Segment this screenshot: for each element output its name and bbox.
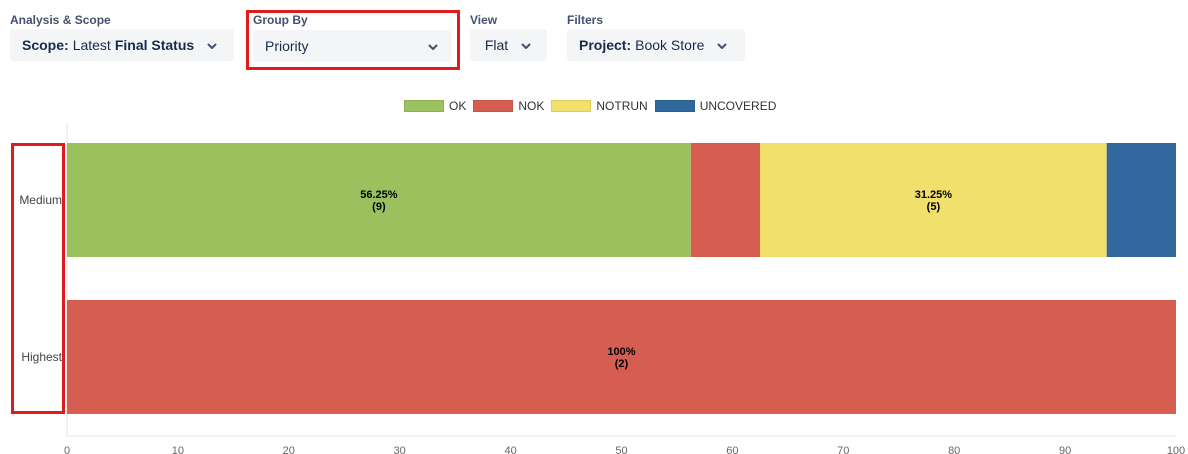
data-label-percent: 31.25% (915, 189, 953, 201)
legend-label: UNCOVERED (699, 99, 777, 113)
legend-swatch (654, 100, 695, 112)
x-tick-label: 90 (1059, 445, 1071, 454)
data-label-percent: 56.25% (360, 189, 398, 201)
x-tick-label: 40 (504, 445, 516, 454)
legend-swatch (551, 100, 592, 112)
view-value: Flat (484, 37, 509, 53)
scope-title: Analysis & Scope (10, 13, 111, 27)
legend-label: NOK (518, 99, 545, 113)
view-filter-group: View Flat (470, 12, 547, 61)
category-label-highest: Highest (21, 350, 62, 364)
x-tick-label: 100 (1167, 445, 1185, 454)
legend-item-nok[interactable]: NOK (473, 99, 544, 113)
legend-item-notrun[interactable]: NOTRUN (551, 99, 648, 113)
view-dropdown[interactable]: Flat (470, 29, 547, 61)
scope-prefix: Scope: (22, 37, 69, 53)
legend-label: OK (449, 99, 467, 113)
data-label-count: (9) (372, 201, 386, 213)
filters-title: Filters (567, 13, 604, 27)
chevron-down-icon (716, 39, 728, 51)
x-tick-label: 20 (283, 445, 295, 454)
project-filter-group: Filters Project: Book Store (567, 12, 745, 61)
data-label-percent: 100% (607, 346, 635, 358)
project-value: Book Store (635, 37, 705, 53)
legend-swatch (473, 100, 514, 112)
chevron-down-icon (520, 39, 532, 51)
view-title: View (470, 13, 498, 27)
x-tick-label: 30 (394, 445, 406, 454)
x-tick-label: 60 (726, 445, 738, 454)
x-tick-label: 0 (64, 445, 70, 454)
scope-filter-group: Analysis & Scope Scope: Latest Final Sta… (10, 12, 234, 61)
legend-label: NOTRUN (596, 99, 648, 113)
chevron-down-icon (206, 39, 218, 51)
x-tick-label: 80 (948, 445, 960, 454)
legend-swatch (404, 100, 444, 112)
scope-dropdown[interactable]: Scope: Latest Final Status (10, 29, 234, 61)
scope-value-plain: Latest (72, 37, 111, 53)
project-prefix: Project: (579, 37, 632, 53)
legend-item-ok[interactable]: OK (404, 99, 466, 113)
bar-medium-uncovered[interactable] (1106, 143, 1176, 257)
bar-medium-nok[interactable] (690, 143, 761, 257)
project-dropdown[interactable]: Project: Book Store (567, 29, 745, 61)
x-tick-label: 50 (615, 445, 627, 454)
legend-item-uncovered[interactable]: UNCOVERED (654, 99, 777, 113)
scope-value-bold: Final Status (114, 37, 195, 53)
group-by-highlight-box (246, 10, 460, 70)
data-label-count: (2) (615, 358, 629, 370)
stacked-bar-chart: Medium Highest 56.25%(9) 31.25%(5) 100%(2) 0 1… (19, 123, 1185, 454)
x-tick-label: 70 (837, 445, 849, 454)
category-label-medium: Medium (19, 193, 62, 207)
data-label-count: (5) (927, 201, 941, 213)
x-tick-label: 10 (172, 445, 184, 454)
chart-legend: OK NOK NOTRUN UNCOVERED (404, 99, 783, 113)
